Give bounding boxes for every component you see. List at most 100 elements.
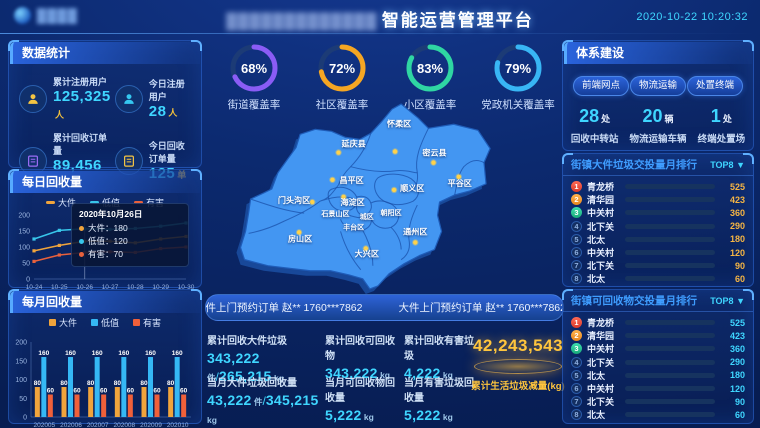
gauge-percent: 83% — [404, 42, 456, 94]
rank-name: 北下关 — [587, 220, 620, 233]
map-district-label[interactable]: 怀柔区 — [387, 118, 411, 128]
svg-text:0: 0 — [23, 415, 27, 422]
svg-text:50: 50 — [22, 261, 30, 268]
legend-item-低值[interactable]: 低值 — [91, 316, 119, 329]
rank-name: 清华园 — [587, 329, 620, 342]
tooltip-text: 大件：180 — [88, 222, 128, 235]
map-district-label[interactable]: 石景山区 — [320, 209, 349, 218]
legend-item-大件[interactable]: 大件 — [49, 316, 77, 329]
rank-name: 北太 — [587, 408, 620, 421]
svg-text:200: 200 — [15, 340, 27, 347]
rank-name: 中关村 — [587, 246, 620, 259]
value: 20 — [642, 106, 662, 126]
svg-text:160: 160 — [172, 350, 183, 357]
map-district-label[interactable]: 丰台区 — [343, 222, 364, 231]
dashboard-screen: ████ █████████████ 智能运营管理平台 2020-10-22 1… — [0, 0, 760, 428]
rank-badge: 5 — [571, 234, 582, 245]
map-district-label[interactable]: 朝阳区 — [380, 208, 401, 217]
system-tab-前端网点[interactable]: 前端网点 — [573, 76, 629, 96]
stat-value: 28人 — [149, 103, 193, 120]
panel-ranking-recyclables: 街镇可回收物交投量月排行 TOP8 ▼ 1青龙桥5252清华园4233中关村36… — [562, 289, 754, 424]
rank-badge: 7 — [571, 260, 582, 271]
legend-label: 低值 — [101, 316, 119, 329]
stat-unit: kg — [441, 412, 453, 422]
map-district-label[interactable]: 通州区 — [403, 226, 427, 236]
gold-platform-glow — [474, 359, 562, 374]
rank-value: 90 — [720, 397, 745, 407]
ranking-recyclables-top8-dropdown[interactable]: TOP8 ▼ — [710, 296, 745, 306]
svg-text:60: 60 — [153, 388, 161, 395]
ranking-large-list: 1青龙桥5252清华园4233中关村3604北下关2905北太1806中关村12… — [563, 176, 753, 286]
system-stats: 28处回收中转站20辆物流运输车辆1处终端处置场 — [563, 96, 753, 145]
user-icon — [19, 85, 47, 113]
map-district-label[interactable]: 延庆县 — [341, 138, 366, 148]
svg-text:200: 200 — [18, 213, 30, 220]
map-district-label[interactable]: 城区 — [360, 212, 374, 221]
system-stat-label: 终端处置场 — [690, 131, 753, 145]
map-district-label[interactable]: 门头沟区 — [278, 195, 310, 205]
stat-value: 345,215 — [266, 392, 319, 408]
legend-item-有害[interactable]: 有害 — [133, 316, 161, 329]
summary-stat-label: 累计回收可回收物 — [325, 332, 404, 362]
gauge-percent: 79% — [492, 42, 544, 94]
rank-bar-track — [625, 237, 715, 242]
map-district-label[interactable]: 密云县 — [421, 148, 446, 158]
rank-bar-track — [625, 320, 715, 325]
svg-text:60: 60 — [180, 388, 188, 395]
chevron-down-icon: ▼ — [736, 296, 745, 306]
system-tab-处置终端[interactable]: 处置终端 — [687, 76, 743, 96]
system-stat: 28处回收中转站 — [563, 106, 626, 145]
summary-stat-label: 累计回收大件垃圾 — [207, 332, 325, 347]
svg-text:160: 160 — [118, 350, 129, 357]
ranking-row: 1青龙桥525 — [571, 316, 745, 329]
summary-stat-value: 43,222 件/345,215 kg — [207, 392, 325, 428]
stat-item: 累计注册用户125,325人 — [19, 75, 111, 123]
map-district-label[interactable]: 平谷区 — [448, 178, 472, 188]
tooltip-series-dot — [79, 239, 84, 244]
ranking-large-top8-dropdown[interactable]: TOP8 ▼ — [710, 160, 745, 170]
value: 28 — [579, 106, 599, 126]
ranking-row: 4北下关290 — [571, 220, 745, 233]
rank-badge: 6 — [571, 383, 582, 394]
ranking-row: 8北太60 — [571, 408, 745, 421]
map-district-label[interactable]: 房山区 — [288, 233, 312, 243]
ranking-recyclables-title: 街镇可回收物交投量月排行 — [571, 293, 697, 308]
rank-value: 360 — [720, 208, 745, 218]
system-stat-label: 回收中转站 — [563, 131, 626, 145]
rank-bar-track — [625, 197, 715, 202]
monthly-bar-chart: 0501001502002020058016060202006801606020… — [9, 329, 195, 428]
ranking-row: 4北下关290 — [571, 356, 745, 369]
waste-reduction-label: 累计生活垃圾减量(kg) — [466, 378, 570, 392]
waste-reduction-counter: 42,243,543 累计生活垃圾减量(kg) — [466, 336, 570, 392]
map-district-label[interactable]: 昌平区 — [340, 175, 364, 185]
svg-text:0: 0 — [26, 277, 30, 284]
map-district-label[interactable]: 海淀区 — [341, 197, 365, 207]
svg-text:160: 160 — [145, 350, 156, 357]
system-tab-物流运输[interactable]: 物流运输 — [630, 76, 686, 96]
gauge-ring: 79% — [492, 42, 544, 94]
daily-chart-tooltip: 2020年10月26日 大件：180低值：120有害：70 — [71, 203, 189, 267]
rank-value: 290 — [720, 221, 745, 231]
beijing-district-map[interactable]: 怀柔区延庆县密云县昌平区顺义区 平谷区门头沟区 海淀区石景山区 城区朝阳区丰台区房山区… — [216, 100, 556, 294]
svg-text:100: 100 — [15, 377, 27, 384]
panel-data-statistics: 数据统计 累计注册用户125,325人今日注册用户28人累计回收订单量89,45… — [8, 40, 202, 168]
ranking-recyclables-header: 街镇可回收物交投量月排行 TOP8 ▼ — [563, 290, 753, 312]
legend-marker — [91, 319, 98, 326]
panel-ranking-large-garbage: 街镇大件垃圾交投量月排行 TOP8 ▼ 1青龙桥5252清华园4233中关村36… — [562, 153, 754, 287]
summary-stat-value: 5,222 kg — [325, 407, 404, 425]
legend-label: 有害 — [143, 316, 161, 329]
recycling-summary-stats: 累计回收大件垃圾343,222 件/265,215 kg累计回收可回收物343,… — [207, 332, 482, 416]
panel-system-construction-title: 体系建设 — [564, 42, 752, 64]
map-district-label[interactable]: 顺义区 — [400, 183, 424, 193]
rank-value: 423 — [720, 331, 745, 341]
rank-bar-track — [625, 333, 715, 338]
stat-unit: kg — [207, 415, 217, 425]
map-district-label[interactable]: 大兴区 — [355, 249, 379, 259]
svg-text:50: 50 — [19, 396, 27, 403]
svg-text:60: 60 — [47, 388, 55, 395]
rank-name: 北太 — [587, 369, 620, 382]
panel-daily-recycling-title: 每日回收量 — [10, 171, 200, 193]
rank-name: 清华园 — [587, 193, 620, 206]
summary-stat-value: 5,222 kg — [404, 407, 482, 425]
header: ████ █████████████ 智能运营管理平台 2020-10-22 1… — [0, 0, 760, 34]
